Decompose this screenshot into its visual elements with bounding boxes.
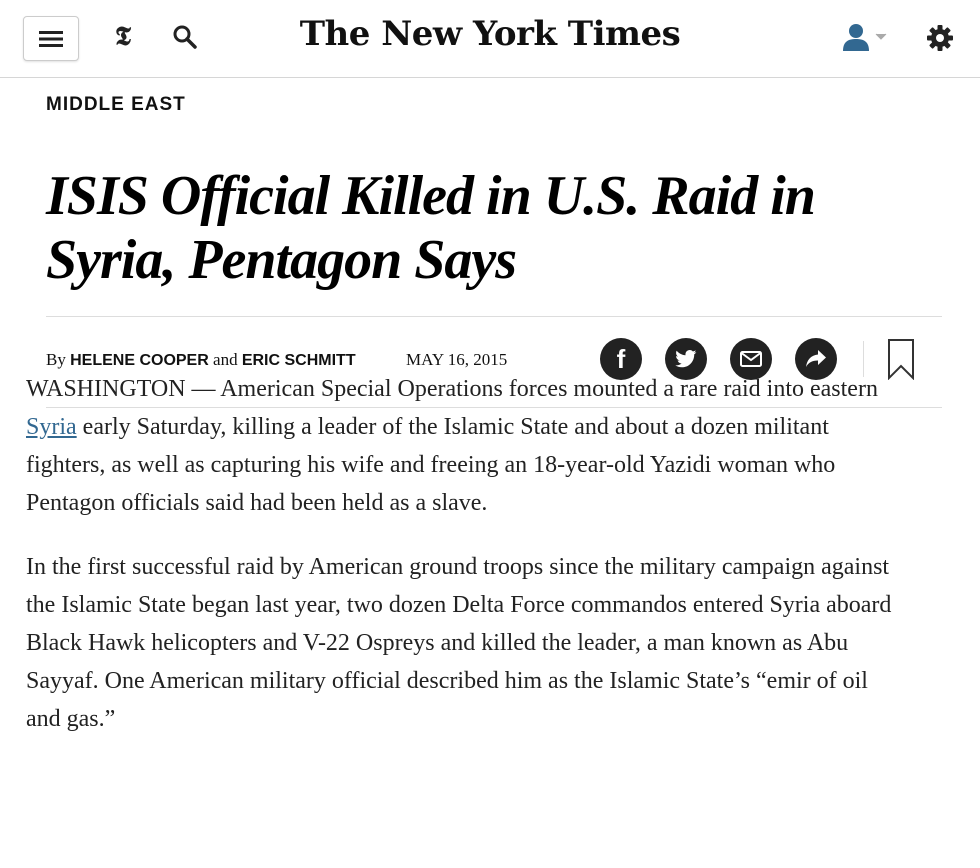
share-icon	[806, 350, 826, 367]
syria-link[interactable]: Syria	[26, 414, 77, 440]
author-name[interactable]: ERIC SCHMITT	[242, 352, 356, 369]
twitter-icon	[675, 350, 697, 368]
paragraph: In the first successful raid by American…	[26, 554, 892, 732]
byline-by: By	[46, 350, 66, 369]
email-icon	[740, 351, 762, 367]
paragraph: WASHINGTON — American Special Operations…	[26, 370, 906, 522]
article-body: WASHINGTON — American Special Operations…	[26, 370, 906, 764]
byline-and: and	[213, 350, 238, 369]
byline: By HELENE COOPER and ERIC SCHMITT	[46, 350, 356, 370]
chevron-down-icon	[875, 33, 887, 40]
user-icon	[843, 24, 869, 51]
top-bar: 𝕿 The New York Times	[0, 0, 980, 78]
paragraph-text: early Saturday, killing a leader of the …	[26, 414, 836, 516]
publish-date: MAY 16, 2015	[406, 350, 508, 369]
section-label[interactable]: MIDDLE EAST	[46, 94, 942, 116]
article-header: MIDDLE EAST ISIS Official Killed in U.S.…	[46, 78, 942, 408]
paragraph-text: WASHINGTON — American Special Operations…	[26, 376, 878, 402]
facebook-icon: f	[616, 344, 626, 374]
masthead-logo[interactable]: The New York Times	[0, 14, 980, 54]
user-menu-button[interactable]	[842, 22, 887, 52]
gear-icon[interactable]	[926, 24, 954, 52]
author-name[interactable]: HELENE COOPER	[70, 352, 209, 369]
headline: ISIS Official Killed in U.S. Raid in Syr…	[46, 165, 816, 291]
